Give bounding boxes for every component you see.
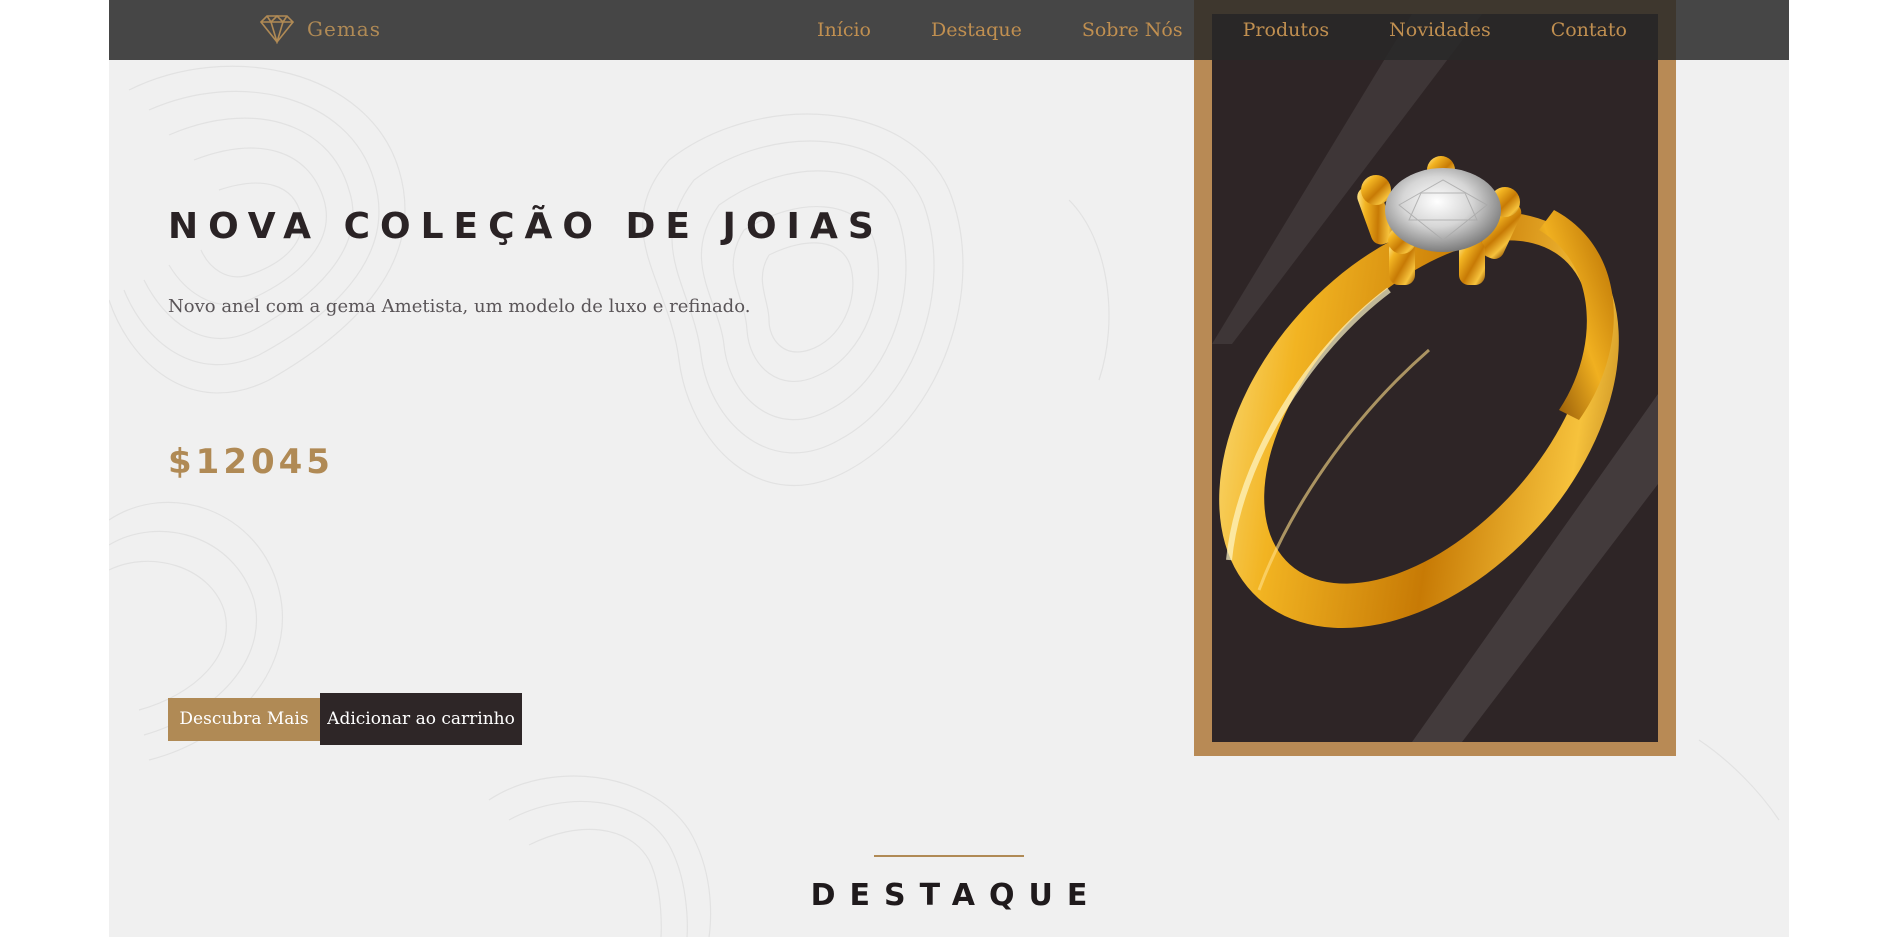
brand-logo[interactable]: Gemas	[255, 13, 381, 45]
nav-link-novidades[interactable]: Novidades	[1359, 19, 1521, 41]
add-to-cart-button[interactable]: Adicionar ao carrinho	[320, 693, 522, 745]
hero-price: $12045	[168, 442, 334, 482]
section-divider	[874, 855, 1024, 857]
nav-link-sobre-nos[interactable]: Sobre Nós	[1052, 19, 1213, 41]
main-nav: Início Destaque Sobre Nós Produtos Novid…	[787, 0, 1657, 60]
gold-ring-image	[1219, 156, 1619, 629]
hero-buttons: Descubra Mais Adicionar ao carrinho	[168, 693, 522, 745]
hero-subtitle: Novo anel com a gema Ametista, um modelo…	[168, 296, 751, 317]
diamond-icon	[259, 14, 295, 44]
page: Gemas Início Destaque Sobre Nós Produtos…	[109, 0, 1789, 937]
navbar: Gemas Início Destaque Sobre Nós Produtos…	[109, 0, 1789, 60]
section-title: DESTAQUE	[810, 878, 1102, 913]
nav-link-contato[interactable]: Contato	[1521, 19, 1657, 41]
hero-title: NOVA COLEÇÃO DE JOIAS	[168, 206, 884, 247]
discover-more-button[interactable]: Descubra Mais	[168, 697, 320, 741]
nav-link-inicio[interactable]: Início	[787, 19, 901, 41]
nav-link-produtos[interactable]: Produtos	[1213, 19, 1360, 41]
brand-name: Gemas	[307, 17, 381, 41]
nav-link-destaque[interactable]: Destaque	[901, 19, 1052, 41]
